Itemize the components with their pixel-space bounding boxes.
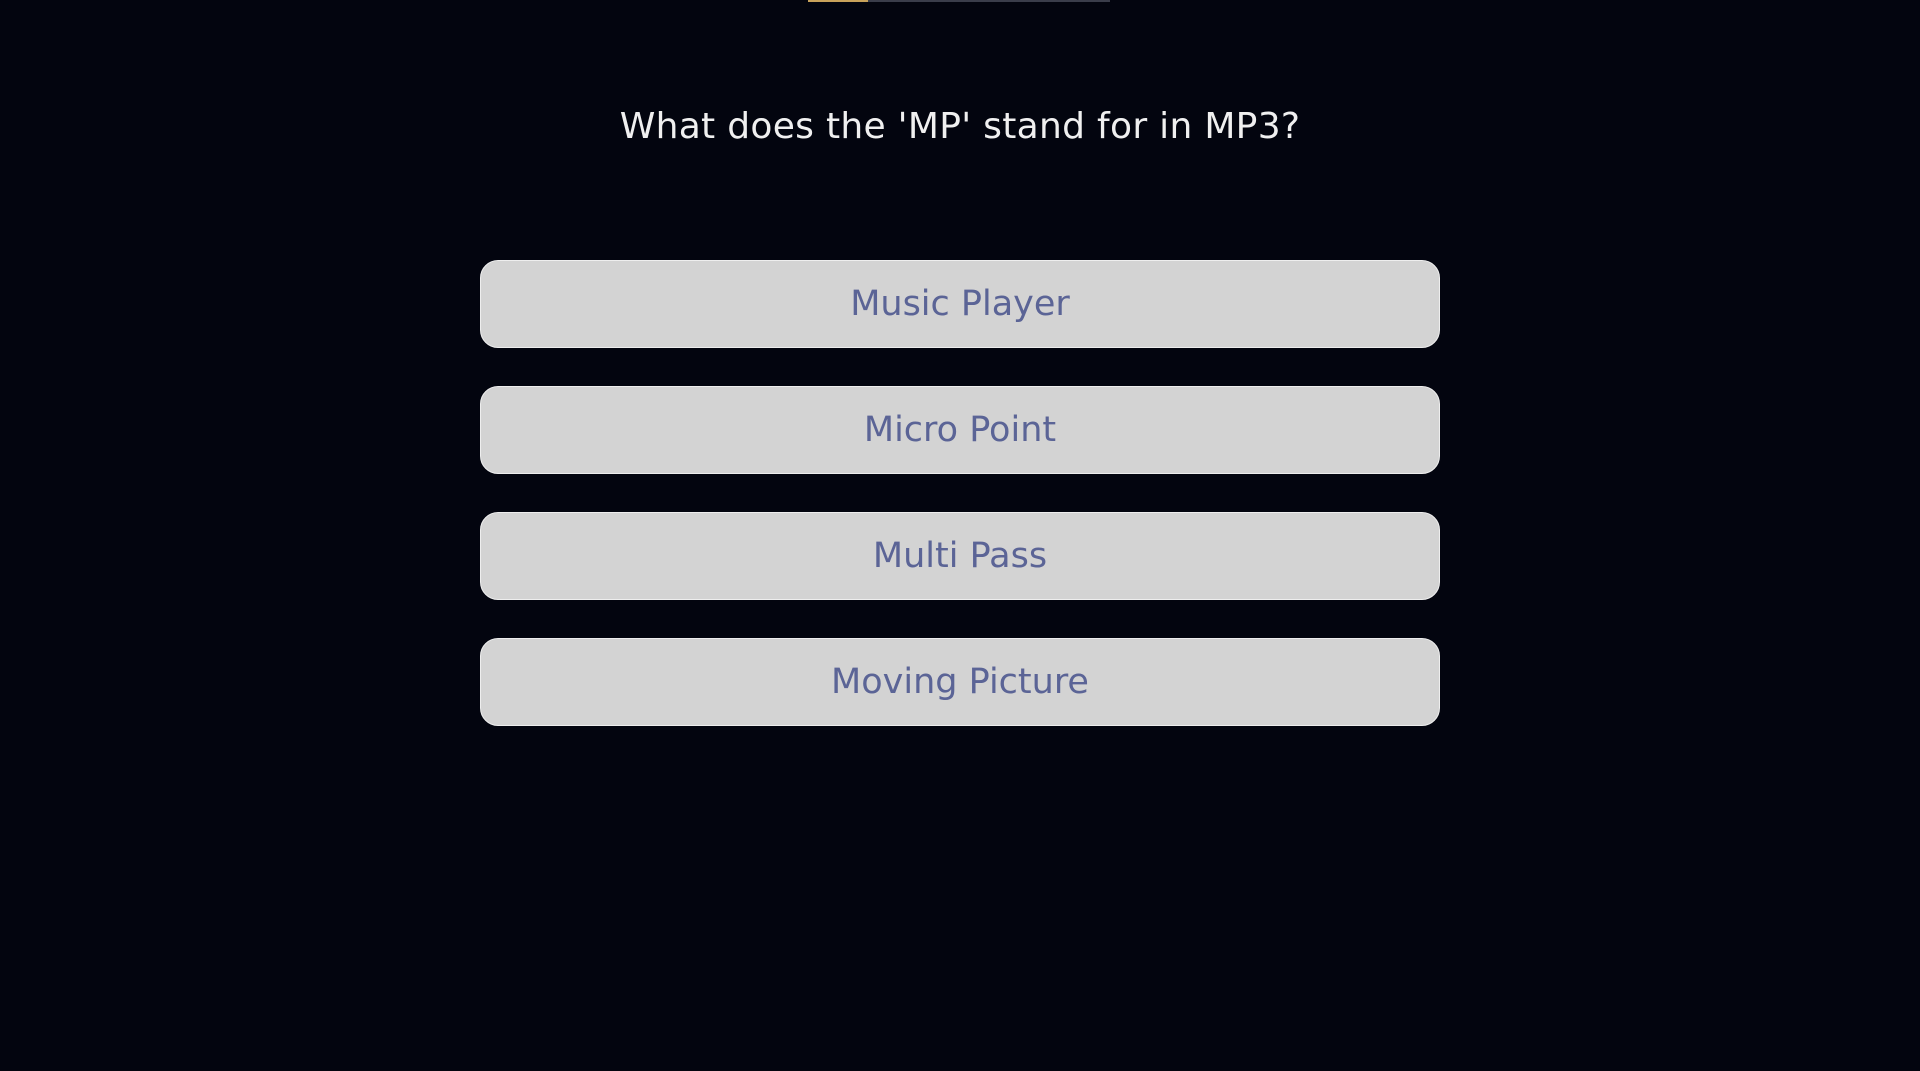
question-text: What does the 'MP' stand for in MP3? bbox=[619, 106, 1301, 147]
answer-option-music-player[interactable]: Music Player bbox=[480, 260, 1440, 348]
answer-option-multi-pass[interactable]: Multi Pass bbox=[480, 512, 1440, 600]
progress-bar bbox=[808, 0, 1110, 2]
progress-bar-fill bbox=[808, 0, 869, 2]
answer-options: Music Player Micro Point Multi Pass Movi… bbox=[480, 260, 1440, 726]
answer-option-moving-picture[interactable]: Moving Picture bbox=[480, 638, 1440, 726]
answer-option-micro-point[interactable]: Micro Point bbox=[480, 386, 1440, 474]
